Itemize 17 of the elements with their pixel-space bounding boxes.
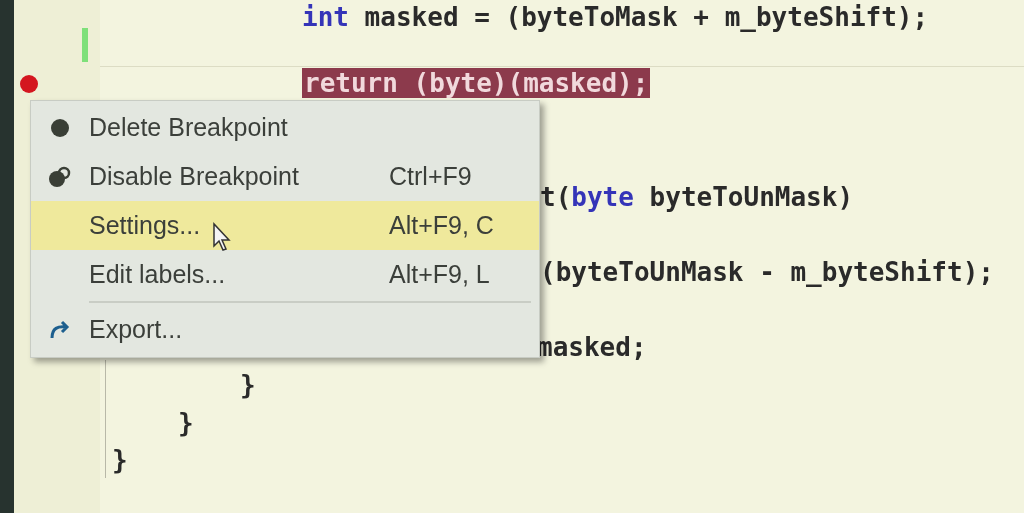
mouse-pointer-icon [212, 222, 232, 252]
menu-item[interactable]: Export... [31, 305, 539, 354]
code-line: } [112, 445, 128, 476]
code-line: t(byte byteToUnMask) [540, 181, 854, 212]
code-line: (byteToUnMask - m_byteShift); [540, 256, 994, 287]
menu-item[interactable]: Delete Breakpoint [31, 103, 539, 152]
dot-link-icon [48, 165, 72, 188]
change-marker [82, 28, 88, 62]
code-line: } [178, 407, 194, 438]
menu-item[interactable]: Disable Breakpoint Ctrl+F9 [31, 152, 539, 201]
menu-item[interactable]: Edit labels... Alt+F9, L [31, 250, 539, 299]
dot-icon [50, 117, 70, 138]
code-line: } [240, 370, 256, 400]
code-line: masked; [537, 332, 647, 363]
code-line: int masked = (byteToMask + m_byteShift); [302, 2, 929, 32]
curved-arrow-icon [48, 319, 72, 340]
menu-item[interactable]: Settings... Alt+F9, C [31, 201, 539, 250]
